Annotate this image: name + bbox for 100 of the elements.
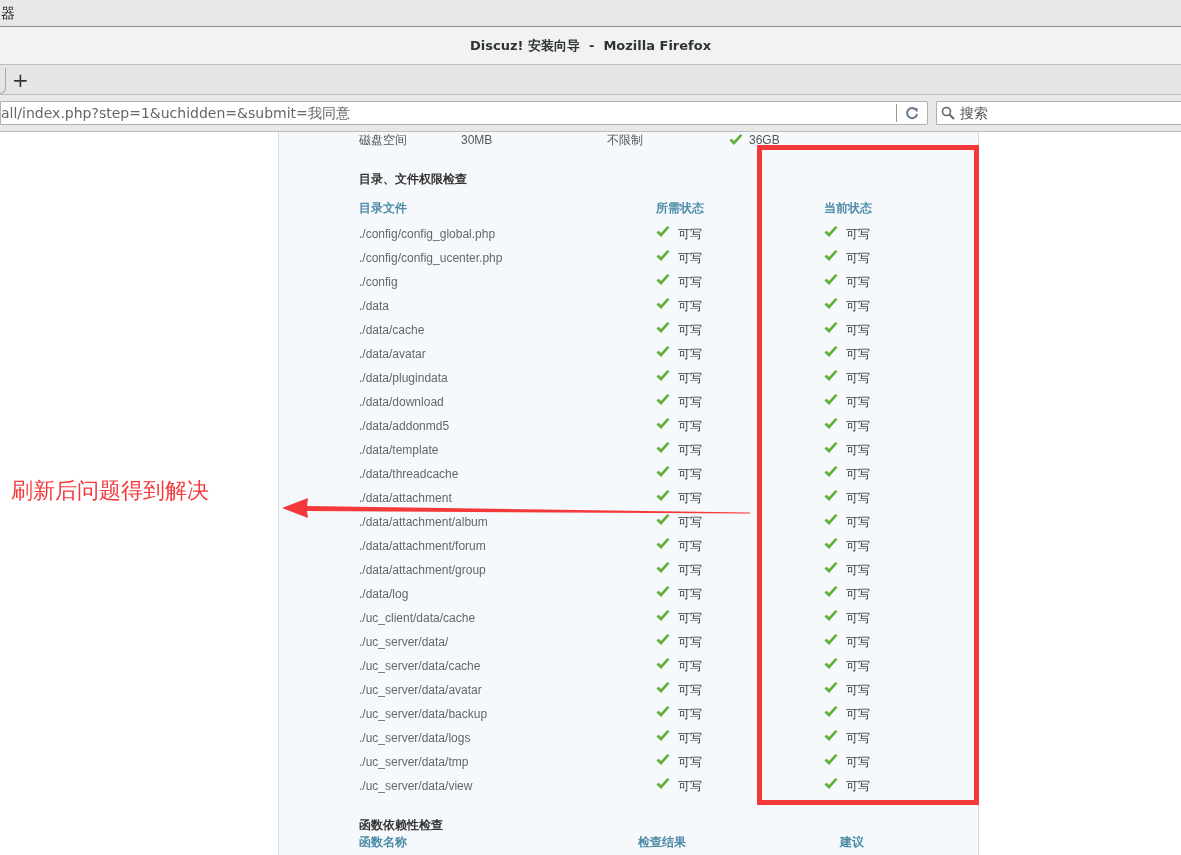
check-icon xyxy=(656,226,670,238)
table-cell-text: 可写 xyxy=(846,346,870,363)
check-icon xyxy=(656,250,670,262)
table-cell-text: 可写 xyxy=(846,706,870,723)
table-cell-text: 可写 xyxy=(846,514,870,531)
column-header: 当前状态 xyxy=(824,200,872,217)
check-icon xyxy=(824,370,838,382)
table-cell-text: 可写 xyxy=(846,226,870,243)
table-cell-text: ./data/addonmd5 xyxy=(359,418,451,435)
check-icon xyxy=(824,706,838,718)
check-icon xyxy=(824,346,838,358)
table-cell-text: 可写 xyxy=(846,586,870,603)
table-cell-text: 可写 xyxy=(846,418,870,435)
table-cell-text: 可写 xyxy=(678,250,702,267)
check-icon xyxy=(824,586,838,598)
table-cell-text: ./uc_server/data/ xyxy=(359,634,450,651)
url-field[interactable]: all/index.php?step=1&uchidden=&submit=我同意 xyxy=(0,101,928,125)
check-icon xyxy=(824,250,838,262)
column-header: 建议 xyxy=(840,835,864,849)
table-cell-text: 可写 xyxy=(846,730,870,747)
window-title: Discuz! 安装向导 - Mozilla Firefox xyxy=(469,36,712,55)
table-cell-text: 可写 xyxy=(678,322,702,339)
check-icon xyxy=(656,610,670,622)
table-cell-text: 可写 xyxy=(678,466,702,483)
table-cell-text: 可写 xyxy=(846,370,870,387)
table-cell-text: 可写 xyxy=(678,274,702,291)
table-cell-text: 可写 xyxy=(678,634,702,651)
check-icon xyxy=(656,466,670,478)
table-cell-text: 可写 xyxy=(678,418,702,435)
table-cell-text: 可写 xyxy=(678,658,702,675)
check-icon xyxy=(824,778,838,790)
column-header: 检查结果 xyxy=(638,835,687,849)
search-field[interactable]: 搜索 xyxy=(936,101,1181,125)
check-icon xyxy=(656,658,670,670)
table-cell-text: ./uc_server/data/avatar xyxy=(359,682,483,699)
table-cell-text: 可写 xyxy=(678,754,702,771)
table-cell-text: ./data/threadcache xyxy=(359,466,460,483)
check-icon xyxy=(824,610,838,622)
check-icon xyxy=(656,562,670,574)
search-icon xyxy=(941,106,955,120)
table-cell-text: ./uc_server/data/view xyxy=(359,778,474,795)
table-cell-text: 可写 xyxy=(678,442,702,459)
table-cell-text: 30MB xyxy=(461,132,493,149)
table-cell-text: 可写 xyxy=(678,346,702,363)
check-icon xyxy=(656,274,670,286)
check-icon xyxy=(824,490,838,502)
table-cell-text: ./data/cache xyxy=(359,322,426,339)
column-header: 函数名称 xyxy=(359,835,408,849)
table-cell-text: ./data/attachment xyxy=(359,490,453,507)
check-icon xyxy=(824,394,838,406)
table-cell-text: 可写 xyxy=(846,466,870,483)
annotation-text: 刷新后问题得到解决 xyxy=(11,477,209,505)
check-icon xyxy=(824,274,838,286)
table-cell-text: ./data/avatar xyxy=(359,346,427,363)
check-icon xyxy=(824,730,838,742)
check-icon xyxy=(729,134,743,146)
table-cell-text: 可写 xyxy=(678,394,702,411)
new-tab-button[interactable]: + xyxy=(10,68,31,92)
table-cell-text: 可写 xyxy=(846,682,870,699)
check-icon xyxy=(656,514,670,526)
table-cell-text: ./config/config_global.php xyxy=(359,226,497,243)
table-cell-text: ./uc_server/data/cache xyxy=(359,658,482,675)
check-icon xyxy=(824,322,838,334)
table-cell-text: 可写 xyxy=(678,298,702,315)
table-cell-text: 可写 xyxy=(846,490,870,507)
table-cell-text: ./data/attachment/group xyxy=(359,562,487,579)
table-cell-text: 可写 xyxy=(678,514,702,531)
table-cell-text: ./data/attachment/forum xyxy=(359,538,487,555)
table-cell-text: ./data/download xyxy=(359,394,445,411)
table-cell-text: 可写 xyxy=(846,442,870,459)
table-cell-text: ./uc_server/data/tmp xyxy=(359,754,470,771)
check-icon xyxy=(656,322,670,334)
table-cell-text: 可写 xyxy=(846,778,870,795)
table-cell-text: ./uc_server/data/backup xyxy=(359,706,489,723)
table-cell-text: ./uc_client/data/cache xyxy=(359,610,477,627)
table-cell-text: 可写 xyxy=(678,490,702,507)
table-cell-text: ./config/config_ucenter.php xyxy=(359,250,504,267)
table-cell-text: ./data/log xyxy=(359,586,410,603)
table-cell-text: ./data/attachment/album xyxy=(359,514,489,531)
table-cell-text: 可写 xyxy=(846,298,870,315)
table-cell-text: ./data/plugindata xyxy=(359,370,449,387)
check-icon xyxy=(656,442,670,454)
table-cell-text: 可写 xyxy=(678,730,702,747)
table-cell-text: ./data xyxy=(359,298,391,315)
table-cell-text: 可写 xyxy=(678,226,702,243)
check-icon xyxy=(656,682,670,694)
check-icon xyxy=(656,298,670,310)
check-icon xyxy=(824,658,838,670)
table-cell-text: 可写 xyxy=(846,322,870,339)
check-icon xyxy=(656,778,670,790)
reload-icon[interactable] xyxy=(905,106,919,120)
table-cell-text: 可写 xyxy=(846,658,870,675)
app-menu-title: 器 xyxy=(1,3,15,23)
table-cell-text: 可写 xyxy=(846,274,870,291)
check-icon xyxy=(824,682,838,694)
check-icon xyxy=(656,706,670,718)
check-icon xyxy=(824,418,838,430)
check-icon xyxy=(656,730,670,742)
check-icon xyxy=(824,442,838,454)
table-cell-text: 可写 xyxy=(678,682,702,699)
